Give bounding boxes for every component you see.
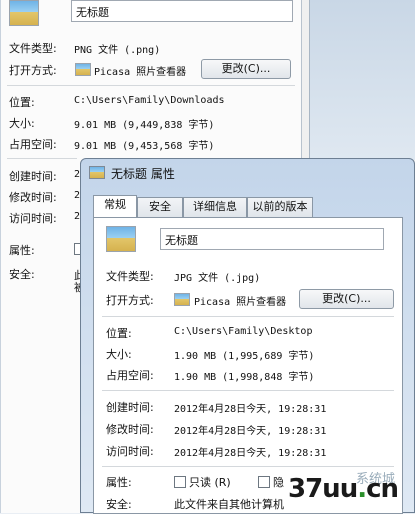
- tab-previous-versions[interactable]: 以前的版本: [247, 197, 313, 217]
- checkbox-box[interactable]: [258, 476, 270, 488]
- open-with-value: Picasa 照片查看器: [94, 67, 187, 78]
- readonly-label: 只读 (R): [189, 476, 231, 489]
- change-button[interactable]: 更改(C)...: [299, 289, 394, 309]
- created-label: 创建时间:: [9, 170, 57, 183]
- change-button[interactable]: 更改(C)...: [201, 59, 291, 79]
- attributes-label: 属性:: [9, 244, 35, 257]
- picasa-icon: [75, 63, 91, 76]
- disk-size-label: 占用空间:: [106, 369, 154, 382]
- file-type-label: 文件类型:: [106, 270, 154, 283]
- size-value: 1.90 MB (1,995,689 字节): [174, 351, 315, 362]
- properties-dialog: 无标题 属性 常规 安全 详细信息 以前的版本 无标题 文件类型: JPG 文件…: [80, 158, 415, 514]
- open-with-label: 打开方式:: [106, 294, 154, 307]
- filename-field[interactable]: 无标题: [71, 0, 293, 22]
- location-label: 位置:: [106, 327, 132, 340]
- location-label: 位置:: [9, 96, 35, 109]
- size-label: 大小:: [9, 117, 35, 130]
- file-type-value: PNG 文件 (.png): [74, 45, 161, 56]
- modified-value: 2012年4月28日今天, 19:28:31: [174, 426, 327, 437]
- site-watermark: 系统城 37uu.cn: [286, 470, 415, 513]
- tab-details[interactable]: 详细信息: [183, 197, 247, 217]
- dialog-title: 无标题 属性: [111, 167, 175, 181]
- accessed-label: 访问时间:: [106, 445, 154, 458]
- divider: [102, 466, 394, 467]
- window-frame-strip: [309, 0, 415, 160]
- picasa-icon: [174, 293, 190, 306]
- modified-label: 修改时间:: [9, 191, 57, 204]
- attributes-label: 属性:: [106, 476, 132, 489]
- watermark-logo: 37uu.cn: [288, 474, 399, 504]
- modified-label: 修改时间:: [106, 423, 154, 436]
- divider: [102, 390, 394, 391]
- security-label: 安全:: [9, 268, 35, 281]
- filename-field[interactable]: 无标题: [160, 228, 384, 250]
- accessed-value: 2012年4月28日今天, 19:28:31: [174, 448, 327, 459]
- accessed-label: 访问时间:: [9, 212, 57, 225]
- security-value: 此文件来自其他计算机: [174, 498, 284, 511]
- tab-general[interactable]: 常规: [93, 195, 137, 218]
- location-value: C:\Users\Family\Downloads: [74, 95, 225, 106]
- open-with-label: 打开方式:: [9, 64, 57, 77]
- size-label: 大小:: [106, 348, 132, 361]
- file-type-value: JPG 文件 (.jpg): [174, 273, 261, 284]
- disk-size-value: 1.90 MB (1,998,848 字节): [174, 372, 315, 383]
- file-image-icon: [9, 0, 39, 26]
- tab-security[interactable]: 安全: [137, 197, 183, 217]
- divider: [102, 316, 394, 317]
- divider: [7, 85, 295, 86]
- readonly-checkbox[interactable]: 只读 (R): [174, 474, 231, 490]
- title-bar[interactable]: 无标题 属性: [81, 159, 414, 187]
- disk-size-value: 9.01 MB (9,453,568 字节): [74, 141, 215, 152]
- checkbox-box[interactable]: [174, 476, 186, 488]
- file-image-icon: [106, 226, 136, 252]
- security-label: 安全:: [106, 498, 132, 511]
- image-file-icon: [89, 166, 105, 179]
- open-with-value: Picasa 照片查看器: [194, 297, 287, 308]
- created-label: 创建时间:: [106, 401, 154, 414]
- disk-size-label: 占用空间:: [9, 138, 57, 151]
- divider: [7, 158, 77, 159]
- created-value: 2012年4月28日今天, 19:28:31: [174, 404, 327, 415]
- hidden-checkbox[interactable]: 隐: [258, 474, 284, 490]
- size-value: 9.01 MB (9,449,838 字节): [74, 120, 215, 131]
- location-value: C:\Users\Family\Desktop: [174, 326, 313, 337]
- file-type-label: 文件类型:: [9, 42, 57, 55]
- hidden-label: 隐: [273, 476, 284, 489]
